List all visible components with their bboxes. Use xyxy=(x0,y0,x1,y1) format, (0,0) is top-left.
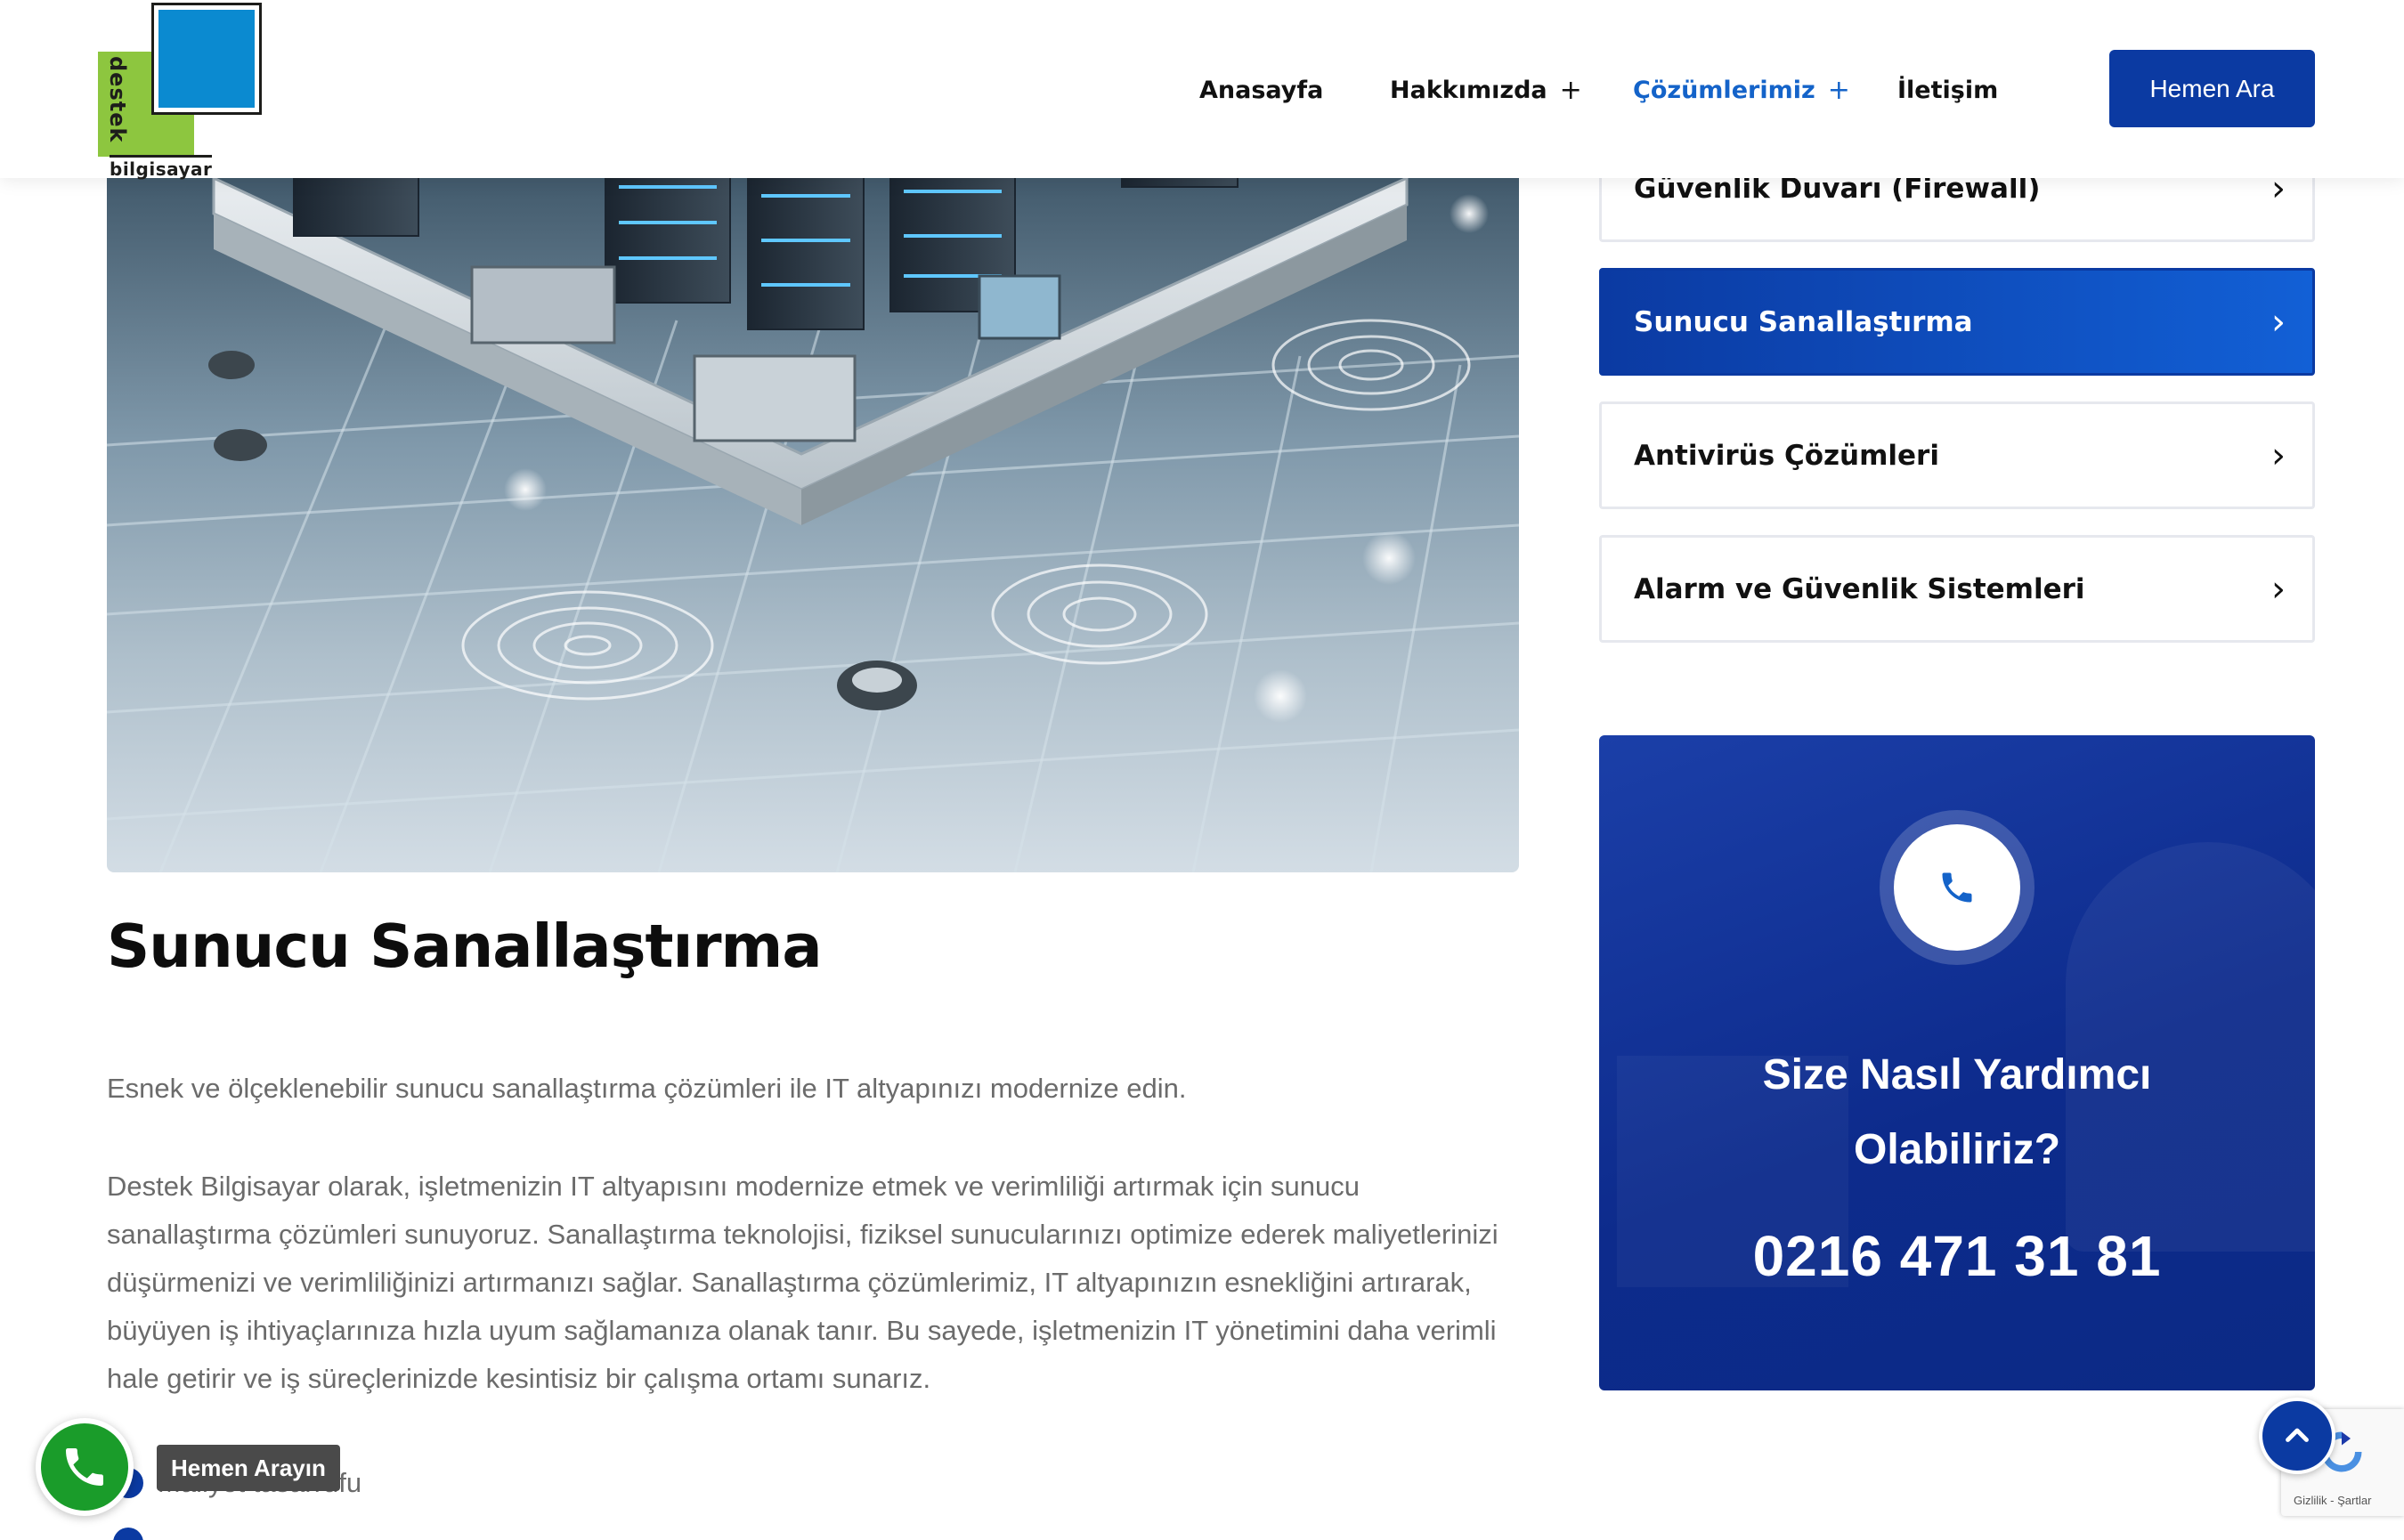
nav-label: Anasayfa xyxy=(1199,76,1324,104)
nav-label: İletişim xyxy=(1897,76,1999,104)
phone-number-link[interactable]: 0216 471 31 81 xyxy=(1599,1223,2315,1289)
logo-text-bilgisayar: bilgisayar xyxy=(110,155,213,180)
plus-icon: + xyxy=(1559,74,1582,106)
help-title-line1: Size Nasıl Yardımcı xyxy=(1762,1051,2152,1098)
phone-icon xyxy=(66,1448,103,1486)
scroll-to-top-button[interactable] xyxy=(2259,1398,2335,1474)
call-now-button[interactable]: Hemen Ara xyxy=(2109,50,2315,127)
nav-label: Çözümlerimiz xyxy=(1633,76,1815,104)
sidebar-item-label: Alarm ve Güvenlik Sistemleri xyxy=(1634,572,2085,605)
sidebar-item-label: Antivirüs Çözümleri xyxy=(1634,439,1939,472)
chevron-up-icon xyxy=(2286,1428,2309,1442)
nav-item-cozumlerimiz[interactable]: Çözümlerimiz + xyxy=(1633,69,1850,110)
nav-item-anasayfa[interactable]: Anasayfa xyxy=(1199,69,1323,110)
server-illustration xyxy=(107,151,1519,872)
help-title-line2: Olabiliriz? xyxy=(1853,1126,2061,1173)
sidebar-item-alarm[interactable]: Alarm ve Güvenlik Sistemleri › xyxy=(1599,535,2315,643)
check-icon xyxy=(113,1528,143,1540)
chevron-right-icon: › xyxy=(2271,301,2286,343)
help-card: Size Nasıl Yardımcı Olabiliriz? 0216 471… xyxy=(1599,735,2315,1390)
recaptcha-text[interactable]: Gizlilik - Şartlar xyxy=(2294,1494,2371,1507)
sidebar-item-antivirus[interactable]: Antivirüs Çözümleri › xyxy=(1599,401,2315,509)
hero-image xyxy=(107,151,1519,872)
phone-icon-badge xyxy=(1894,824,2020,951)
site-header: destek bilgisayar Anasayfa Hakkımızda + … xyxy=(0,0,2404,180)
lead-paragraph: Esnek ve ölçeklenebilir sunucu sanallaşt… xyxy=(107,1073,1187,1104)
sidebar-item-label: Sunucu Sanallaştırma xyxy=(1634,305,1973,338)
nav-label: Hakkımızda xyxy=(1390,76,1547,104)
site-logo[interactable]: destek bilgisayar xyxy=(85,3,272,180)
phone-icon xyxy=(1942,872,1972,903)
sidebar-item-sunucu-sanallastirma[interactable]: Sunucu Sanallaştırma › xyxy=(1599,268,2315,376)
nav-item-iletisim[interactable]: İletişim xyxy=(1897,69,1998,110)
plus-icon: + xyxy=(1827,74,1850,106)
logo-text-destek: destek xyxy=(105,56,130,143)
chevron-right-icon: › xyxy=(2271,434,2286,476)
nav-item-hakkimizda[interactable]: Hakkımızda + xyxy=(1390,69,1582,110)
logo-blue-square xyxy=(151,3,262,115)
floating-call-button[interactable] xyxy=(36,1418,134,1516)
chevron-right-icon: › xyxy=(2271,568,2286,610)
call-tooltip: Hemen Arayın xyxy=(157,1445,340,1491)
page-title: Sunucu Sanallaştırma xyxy=(107,912,823,981)
help-title: Size Nasıl Yardımcı Olabiliriz? xyxy=(1599,1038,2315,1187)
body-paragraph: Destek Bilgisayar olarak, işletmenizin I… xyxy=(107,1171,1498,1394)
